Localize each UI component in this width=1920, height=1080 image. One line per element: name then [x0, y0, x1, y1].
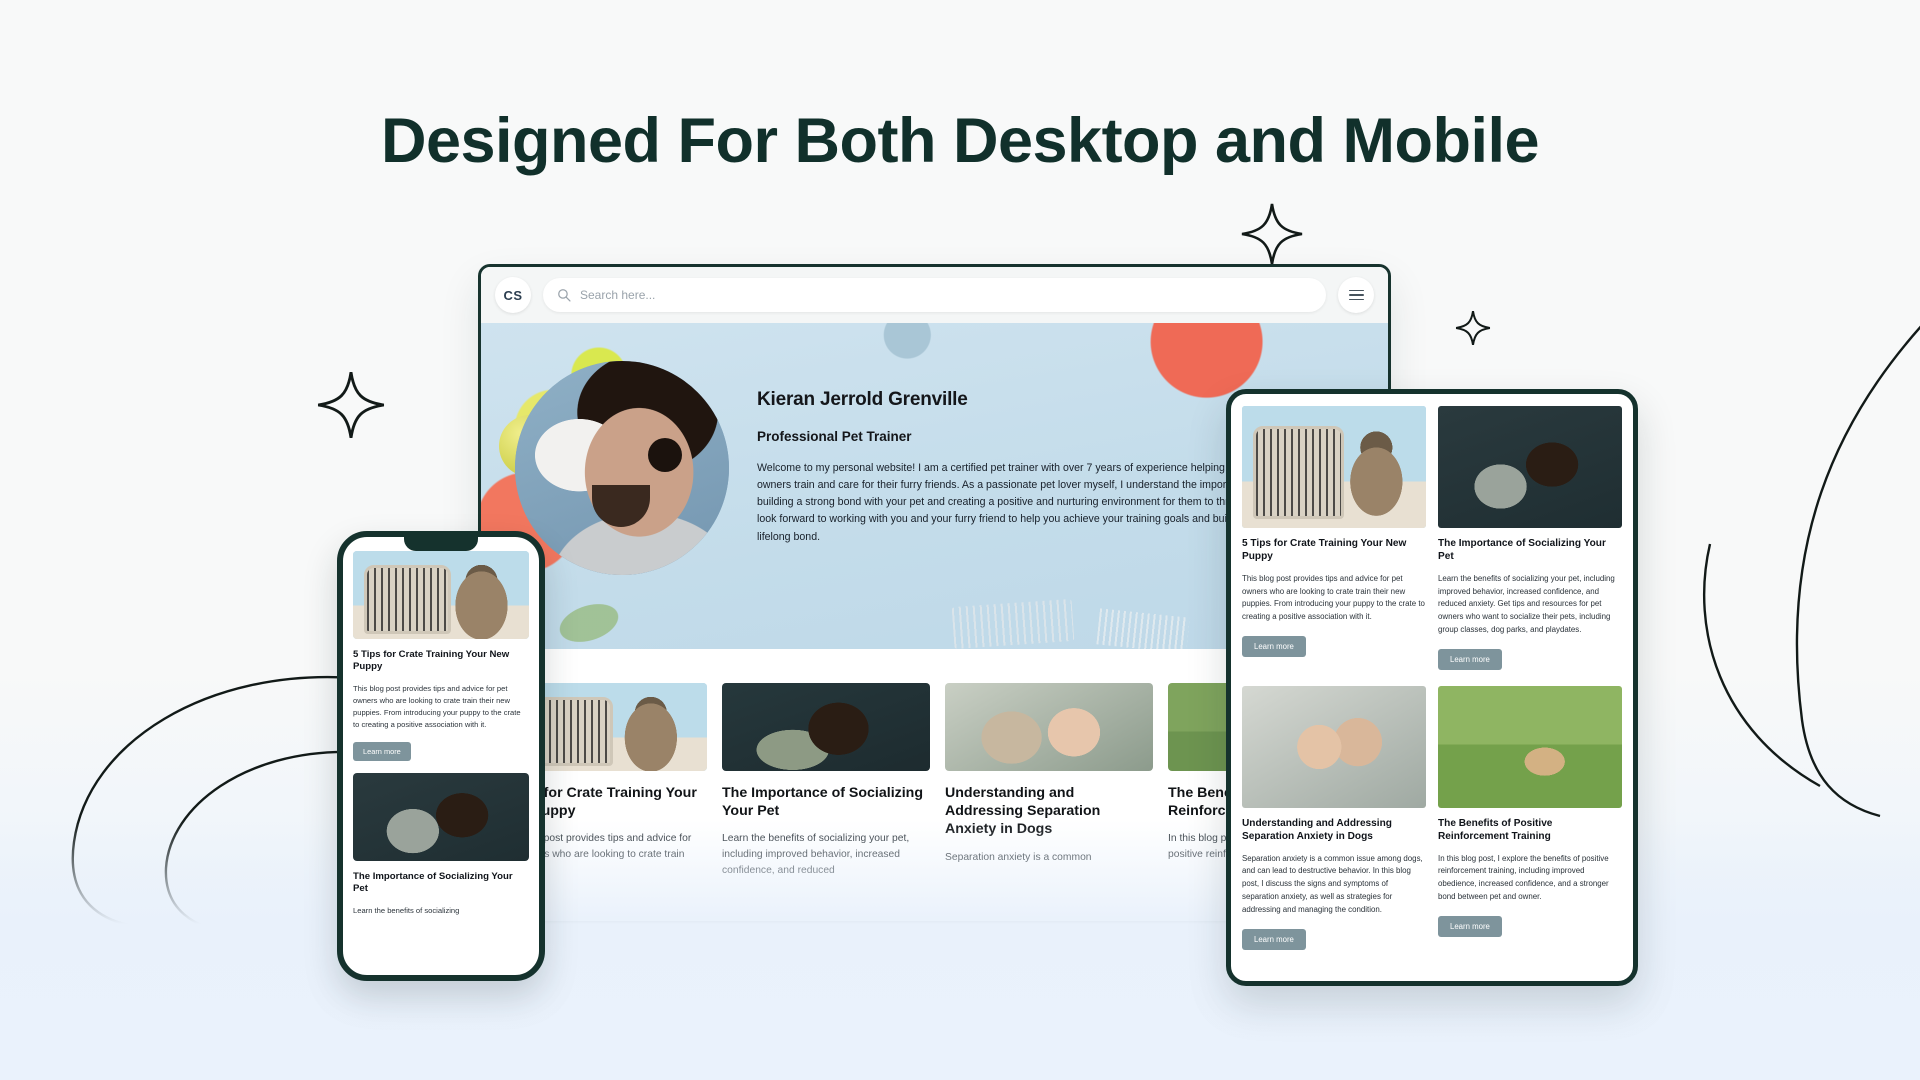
hero-comb-decor	[951, 598, 1074, 649]
search-placeholder-text: Search here...	[580, 288, 656, 302]
sparkle-icon-small	[1455, 310, 1491, 346]
phone-screen: 5 Tips for Crate Training Your New Puppy…	[343, 537, 539, 917]
blog-card-thumbnail	[945, 683, 1153, 771]
blog-card[interactable]: The Importance of Socializing Your Pet L…	[353, 772, 529, 917]
blog-card-title: Understanding and Addressing Separation …	[945, 785, 1101, 838]
blog-card-title: 5 Tips for Crate Training Your New Puppy	[353, 649, 510, 673]
learn-more-button[interactable]: Learn more	[353, 741, 411, 761]
blog-card-thumbnail	[722, 683, 930, 771]
blog-card-description: Learn the benefits of socializing your p…	[1438, 573, 1615, 634]
circle-line-left	[71, 675, 355, 930]
circle-line-left-2	[164, 750, 351, 936]
learn-more-button[interactable]: Learn more	[1242, 636, 1306, 657]
blog-card-description: This blog post provides tips and advice …	[1242, 573, 1425, 622]
tablet-screen: 5 Tips for Crate Training Your New Puppy…	[1231, 394, 1633, 962]
avatar	[515, 361, 729, 575]
blog-card-description: Separation anxiety is a common	[945, 851, 1092, 863]
card-spacer	[353, 761, 529, 773]
hamburger-menu-icon	[1348, 287, 1364, 304]
blog-card-thumbnail	[1438, 406, 1622, 528]
desktop-topbar: CS Search here...	[481, 267, 1388, 323]
blog-card-thumbnail	[1438, 685, 1622, 808]
blog-card-title: The Importance of Socializing Your Pet	[722, 785, 924, 820]
site-logo[interactable]: CS	[495, 277, 531, 313]
sparkle-icon-left	[317, 371, 385, 439]
profile-name: Kieran Jerrold Grenville	[757, 389, 968, 410]
blog-card[interactable]: 5 Tips for Crate Training Your New Puppy…	[1242, 406, 1426, 670]
tablet-mockup: 5 Tips for Crate Training Your New Puppy…	[1226, 389, 1638, 986]
blog-card-title: Understanding and Addressing Separation …	[1242, 817, 1392, 842]
blog-card-description: Learn the benefits of socializing your p…	[722, 833, 910, 877]
blog-card-thumbnail	[1242, 406, 1426, 528]
showcase-canvas: Designed For Both Desktop and Mobile CS …	[0, 0, 1920, 1080]
blog-card[interactable]: The Importance of Socializing Your Pet L…	[722, 683, 930, 919]
hero-text-block: Kieran Jerrold Grenville Professional Pe…	[757, 389, 1277, 546]
blog-card[interactable]: The Benefits of Positive Reinforcement T…	[1438, 685, 1622, 950]
learn-more-button[interactable]: Learn more	[1438, 648, 1502, 670]
blog-card-description: Learn the benefits of socializing	[353, 905, 460, 915]
blog-card[interactable]: 5 Tips for Crate Training Your New Puppy…	[353, 551, 529, 761]
avatar-photo	[515, 361, 729, 575]
avatar-hair-bun	[647, 438, 682, 473]
blog-card-title: The Importance of Socializing Your Pet	[1438, 538, 1606, 562]
blog-card[interactable]: Understanding and Addressing Separation …	[945, 683, 1153, 919]
learn-more-button[interactable]: Learn more	[1438, 915, 1502, 937]
blog-card-description: In this blog post, I explore the benefit…	[1438, 853, 1609, 901]
blog-card-description: Separation anxiety is a common issue amo…	[1242, 853, 1423, 914]
blog-card-thumbnail	[353, 551, 529, 639]
hamburger-menu-button[interactable]	[1338, 277, 1374, 313]
arc-line-right	[1795, 325, 1920, 818]
profile-bio: Welcome to my personal website! I am a c…	[757, 462, 1264, 543]
blog-card-thumbnail	[353, 772, 529, 861]
blog-card[interactable]: Understanding and Addressing Separation …	[1242, 685, 1426, 950]
blog-card[interactable]: The Importance of Socializing Your Pet L…	[1438, 406, 1622, 670]
blog-card-title: The Importance of Socializing Your Pet	[353, 870, 513, 895]
blog-card-title: 5 Tips for Crate Training Your New Puppy	[1242, 538, 1407, 562]
sparkle-icon-large	[1241, 203, 1303, 265]
search-icon	[558, 289, 571, 302]
profile-role: Professional Pet Trainer	[757, 429, 912, 444]
learn-more-button[interactable]: Learn more	[1242, 928, 1306, 950]
phone-mockup: 5 Tips for Crate Training Your New Puppy…	[337, 531, 545, 981]
search-input[interactable]: Search here...	[543, 278, 1326, 312]
phone-notch	[404, 537, 478, 551]
blog-card-description: This blog post provides tips and advice …	[353, 683, 521, 729]
blog-card-thumbnail	[1242, 685, 1426, 808]
blog-card-title: The Benefits of Positive Reinforcement T…	[1438, 817, 1553, 842]
arc-line-right-2	[1703, 543, 1821, 788]
page-title: Designed For Both Desktop and Mobile	[380, 106, 1540, 176]
